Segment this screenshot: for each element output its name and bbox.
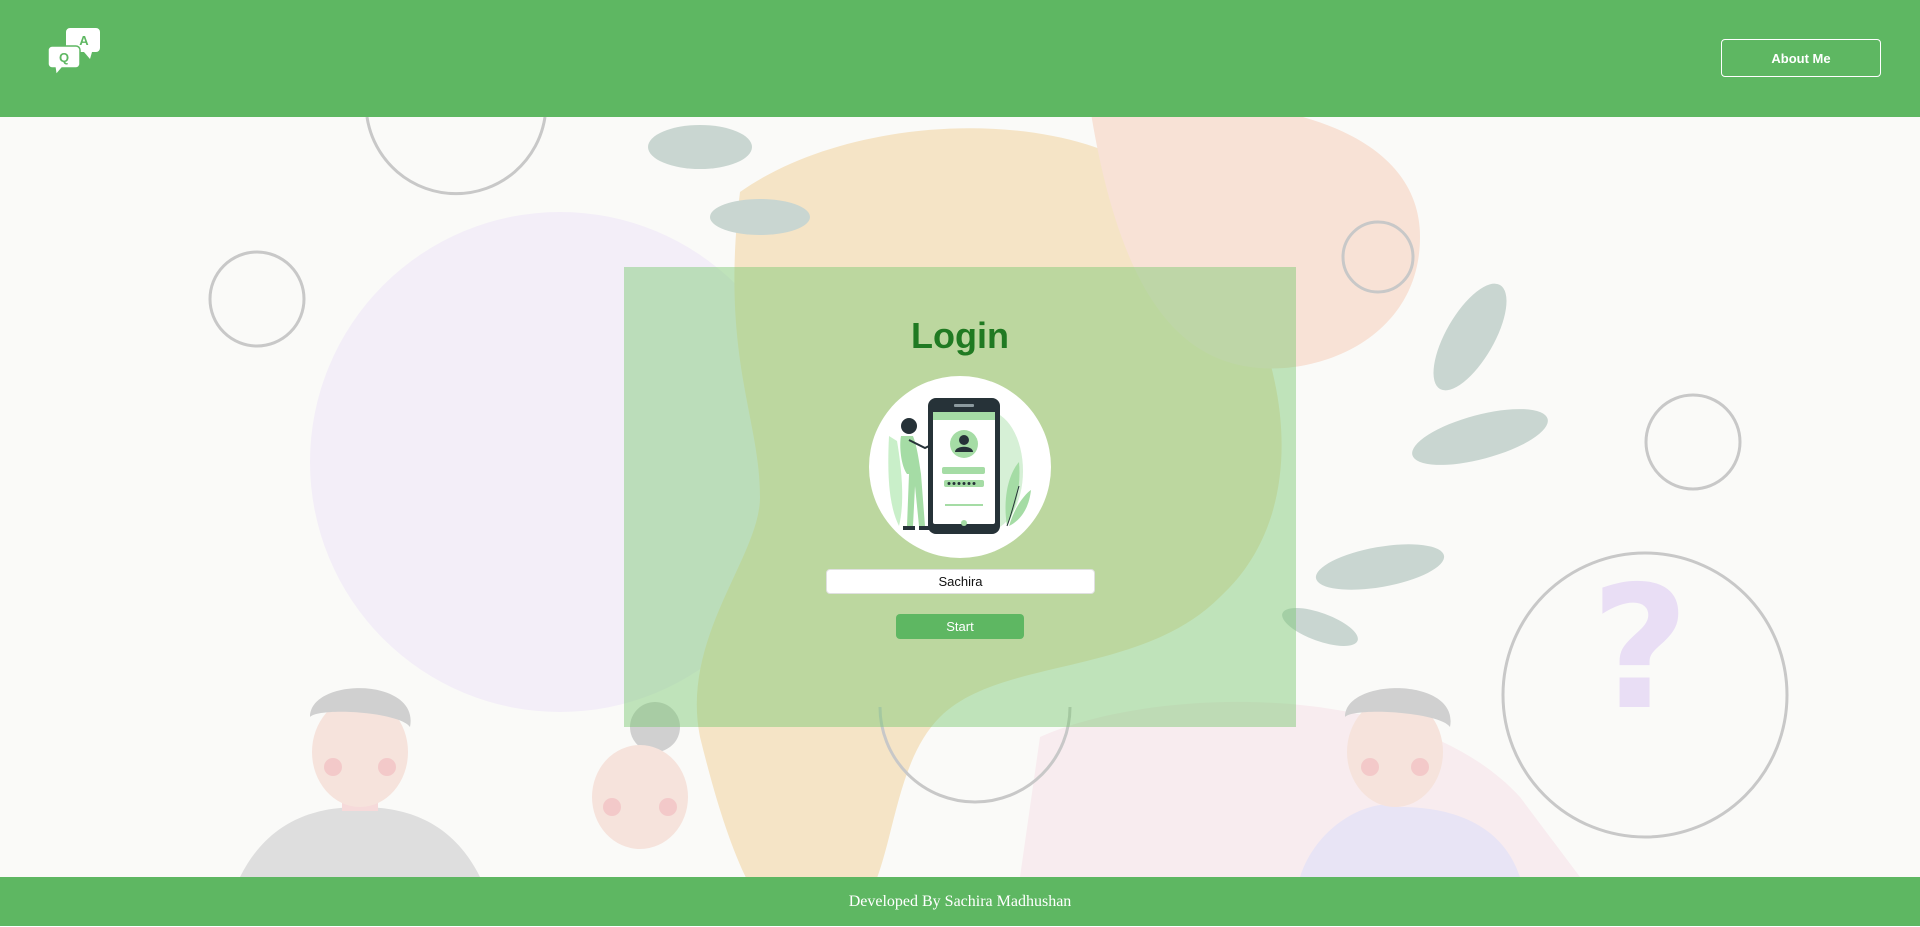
top-nav-bar: A Q About Me <box>0 0 1920 117</box>
footer: Developed By Sachira Madhushan <box>0 877 1920 926</box>
qa-chat-bubbles-icon[interactable]: A Q <box>47 24 104 80</box>
start-button[interactable]: Start <box>896 614 1024 639</box>
svg-text:Q: Q <box>59 50 69 65</box>
svg-text:?: ? <box>1591 550 1690 748</box>
about-me-button[interactable]: About Me <box>1721 39 1881 77</box>
footer-credit: Developed By Sachira Madhushan <box>848 892 1072 910</box>
person-with-phone-login-icon <box>869 376 1051 558</box>
name-input[interactable] <box>826 569 1095 594</box>
login-title: Login <box>911 315 1009 356</box>
svg-text:A: A <box>79 33 89 48</box>
login-card: Login Sachira Start <box>624 267 1296 727</box>
